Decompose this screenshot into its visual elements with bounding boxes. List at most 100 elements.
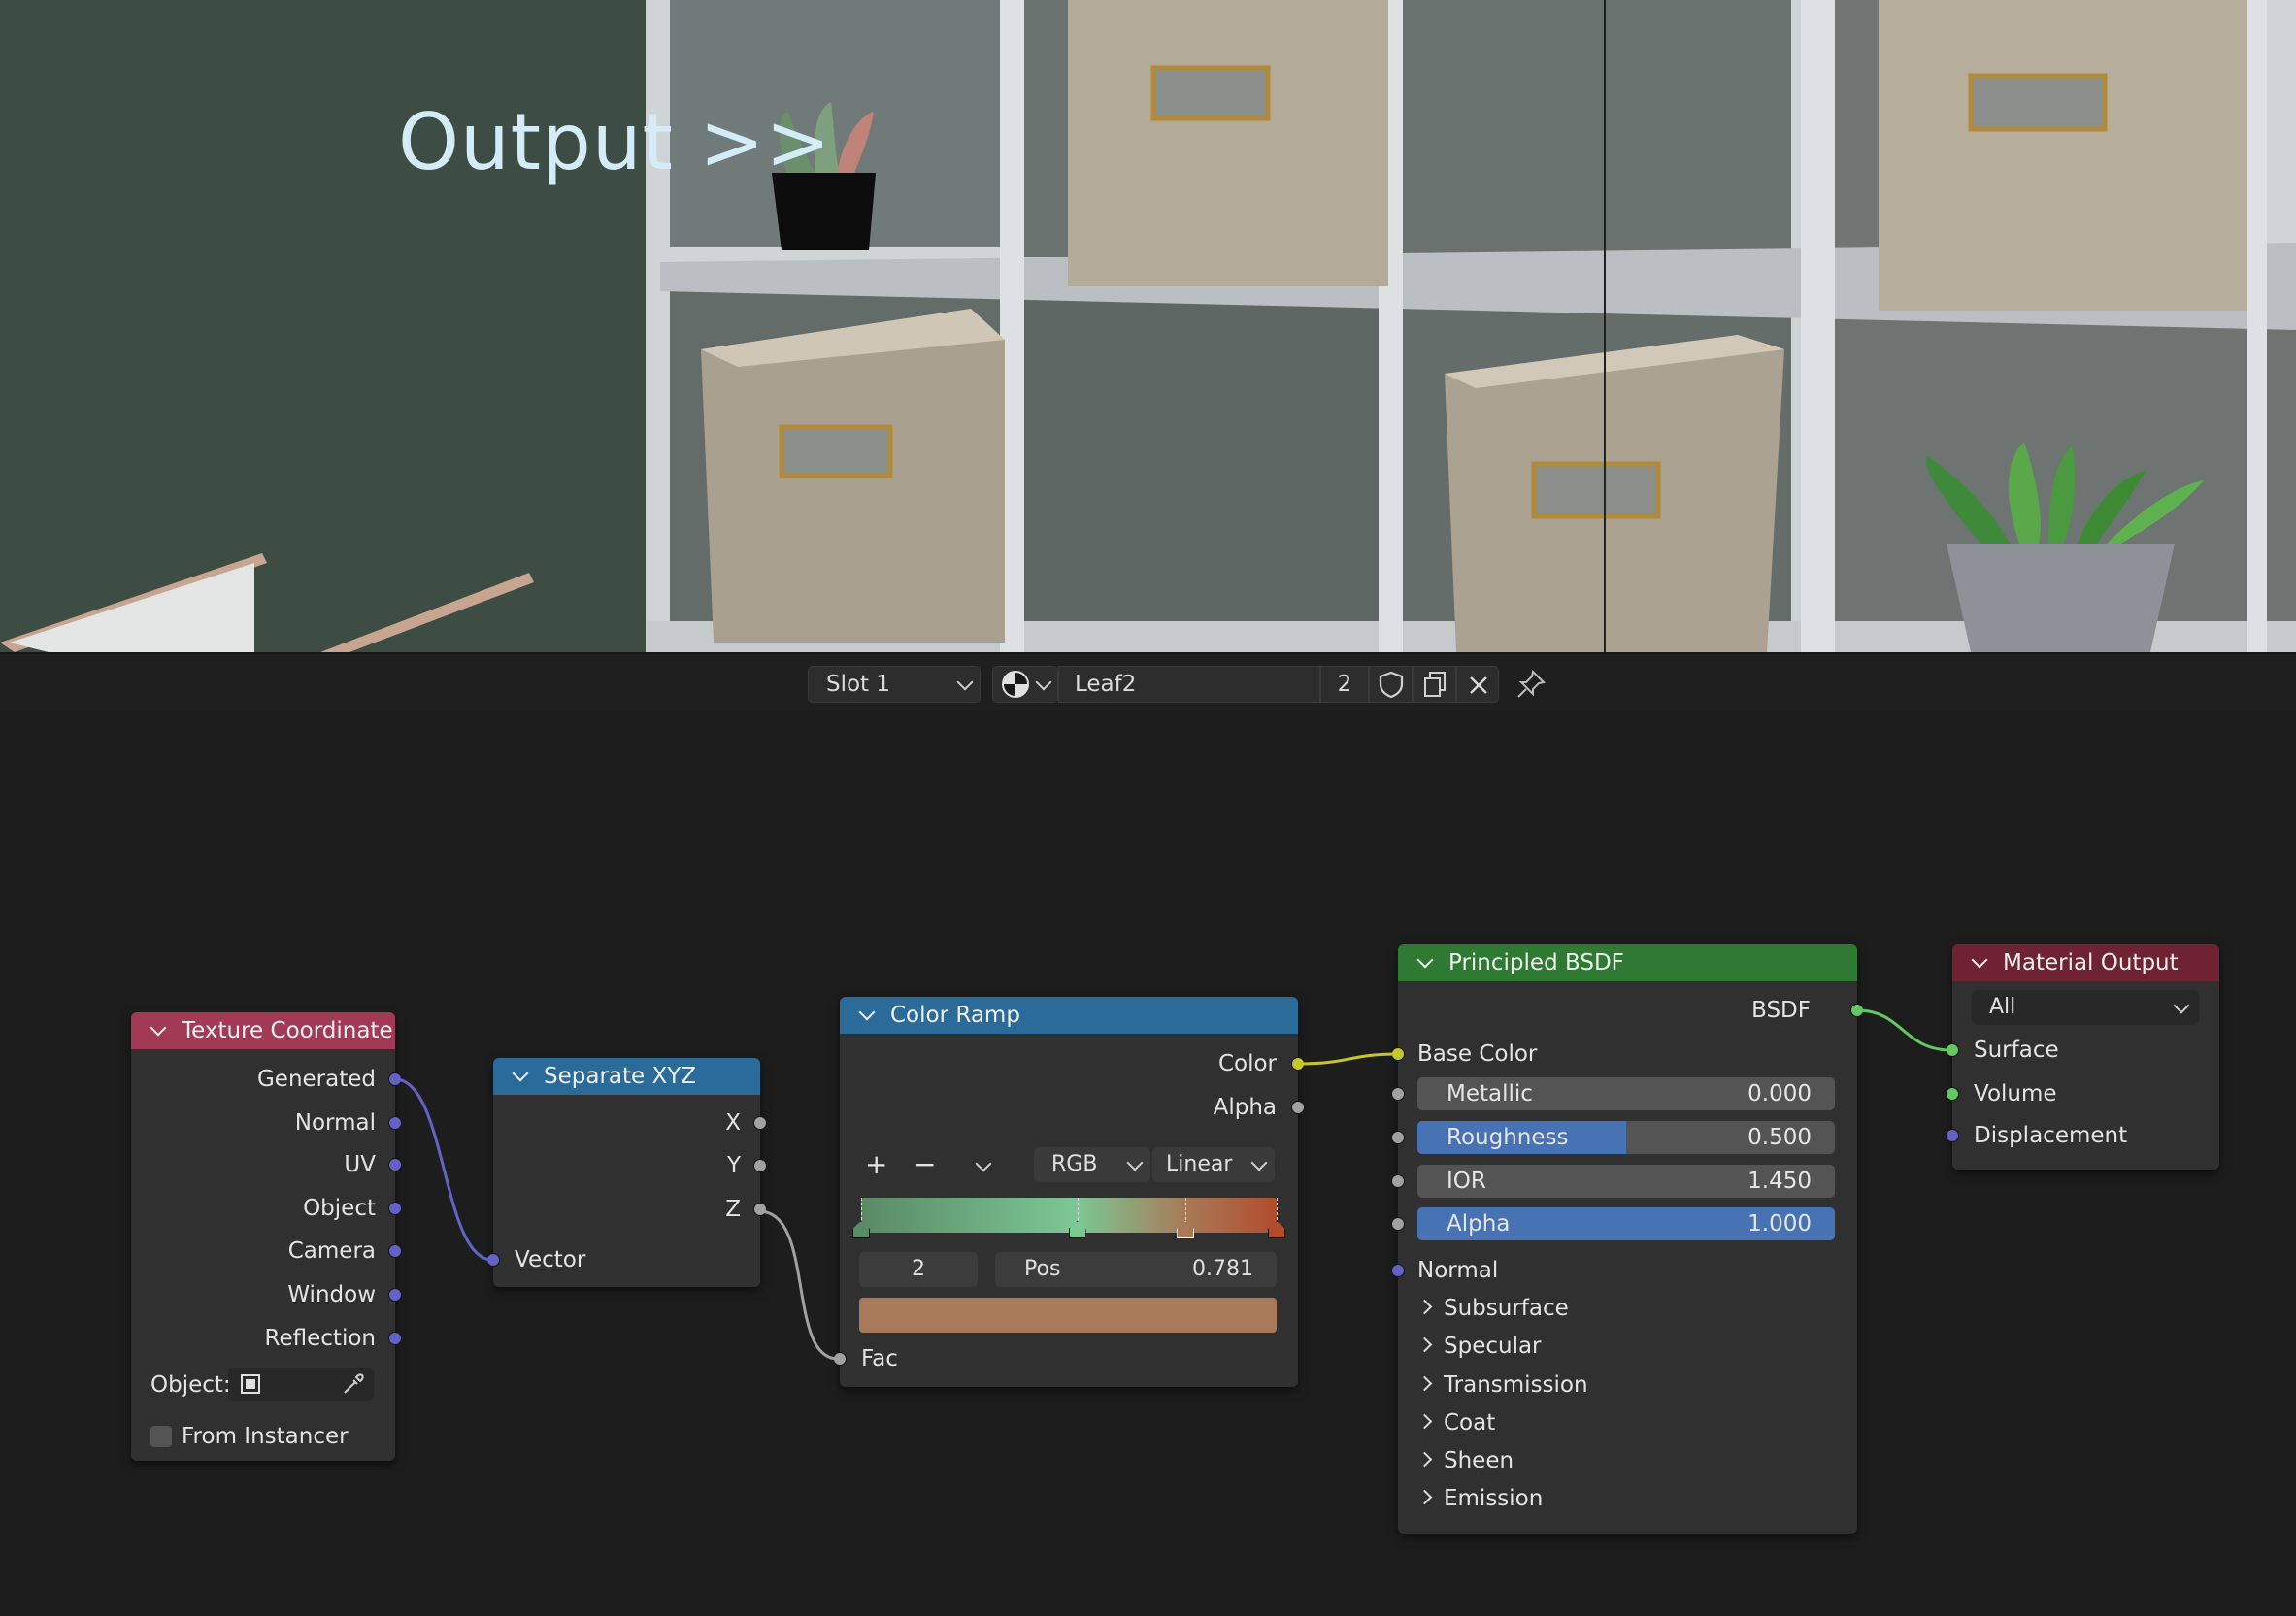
socket-fac[interactable] xyxy=(833,1352,847,1366)
chevron-right-icon xyxy=(1416,1336,1433,1353)
socket-bsdf[interactable] xyxy=(1850,1004,1864,1017)
collapse-chevron-icon[interactable] xyxy=(512,1065,529,1082)
ramp-stop-marker[interactable] xyxy=(1268,1221,1285,1238)
metallic-slider[interactable]: Metallic 0.000 xyxy=(1417,1077,1835,1110)
node-title: Color Ramp xyxy=(890,1003,1020,1028)
socket-object[interactable] xyxy=(388,1202,402,1215)
add-stop-button[interactable]: + xyxy=(865,1150,887,1179)
output-x: X xyxy=(725,1110,741,1136)
node-header[interactable]: Separate XYZ xyxy=(493,1058,760,1095)
node-header[interactable]: Material Output xyxy=(1952,944,2219,981)
output-reflection: Reflection xyxy=(264,1326,376,1351)
ior-field[interactable]: IOR 1.450 xyxy=(1417,1165,1835,1198)
input-fac: Fac xyxy=(861,1346,898,1371)
node-title: Separate XYZ xyxy=(544,1064,697,1089)
ramp-stop-marker[interactable] xyxy=(1068,1221,1086,1238)
color-ramp-node[interactable]: Color Ramp Color Alpha + − RGB Linear 2 … xyxy=(833,997,1305,1387)
collapse-chevron-icon[interactable] xyxy=(1971,951,1988,969)
socket-alpha[interactable] xyxy=(1391,1217,1405,1231)
node-editor-header: Slot 1 Leaf2 2 xyxy=(0,652,2296,712)
unlink-button[interactable] xyxy=(1456,666,1499,703)
socket-normal[interactable] xyxy=(388,1116,402,1130)
fake-user-button[interactable] xyxy=(1369,666,1413,703)
node-header[interactable]: Texture Coordinate xyxy=(131,1012,395,1049)
collapse-chevron-icon[interactable] xyxy=(1416,951,1434,969)
socket-z[interactable] xyxy=(753,1203,767,1216)
node-header[interactable]: Principled BSDF xyxy=(1398,944,1857,981)
render-target-dropdown[interactable]: All xyxy=(1972,990,2199,1025)
panel-transmission[interactable]: Transmission xyxy=(1416,1370,1588,1400)
user-count-button[interactable]: 2 xyxy=(1320,666,1369,703)
socket-uv[interactable] xyxy=(388,1158,402,1171)
panel-specular[interactable]: Specular xyxy=(1416,1332,1542,1361)
separate-xyz-node[interactable]: Separate XYZ X Y Z Vector xyxy=(486,1058,767,1287)
input-volume: Volume xyxy=(1974,1081,2057,1106)
socket-roughness[interactable] xyxy=(1391,1131,1405,1144)
3d-viewport[interactable]: Output >> xyxy=(0,0,2296,652)
stop-position-field[interactable]: Pos 0.781 xyxy=(995,1252,1277,1287)
socket-displacement[interactable] xyxy=(1946,1129,1959,1142)
pin-icon[interactable] xyxy=(1514,668,1547,701)
socket-alpha[interactable] xyxy=(1291,1101,1305,1114)
socket-y[interactable] xyxy=(753,1159,767,1172)
principled-bsdf-node[interactable]: Principled BSDF BSDF Base Color Metallic… xyxy=(1391,944,1864,1534)
socket-reflection[interactable] xyxy=(388,1332,402,1345)
collapse-chevron-icon[interactable] xyxy=(150,1019,167,1037)
input-displacement: Displacement xyxy=(1974,1123,2128,1148)
panel-label: Coat xyxy=(1444,1410,1496,1435)
chevron-down-icon[interactable] xyxy=(975,1155,992,1172)
panel-coat[interactable]: Coat xyxy=(1416,1408,1496,1437)
close-icon xyxy=(1470,676,1487,694)
panel-sheen[interactable]: Sheen xyxy=(1416,1446,1514,1475)
panel-label: Sheen xyxy=(1444,1448,1514,1473)
output-window: Window xyxy=(287,1282,376,1307)
remove-stop-button[interactable]: − xyxy=(914,1150,936,1179)
chevron-right-icon xyxy=(1416,1451,1433,1468)
interpolation-value: Linear xyxy=(1166,1152,1233,1176)
object-picker-field[interactable] xyxy=(228,1368,374,1401)
roughness-slider[interactable]: Roughness 0.500 xyxy=(1417,1121,1835,1154)
socket-base-color[interactable] xyxy=(1391,1047,1405,1061)
socket-generated[interactable] xyxy=(388,1072,402,1086)
output-object: Object xyxy=(303,1196,376,1221)
socket-x[interactable] xyxy=(753,1116,767,1130)
active-stop-color-swatch[interactable] xyxy=(859,1298,1277,1333)
field-label: IOR xyxy=(1447,1169,1486,1194)
node-header[interactable]: Color Ramp xyxy=(840,997,1298,1034)
panel-emission[interactable]: Emission xyxy=(1416,1484,1544,1513)
material-browse-button[interactable] xyxy=(992,666,1058,703)
socket-surface[interactable] xyxy=(1946,1043,1959,1057)
interpolation-dropdown[interactable]: Linear xyxy=(1152,1147,1275,1182)
alpha-slider[interactable]: Alpha 1.000 xyxy=(1417,1207,1835,1240)
active-stop-index-field[interactable]: 2 xyxy=(859,1252,978,1287)
socket-metallic[interactable] xyxy=(1391,1087,1405,1101)
panel-subsurface[interactable]: Subsurface xyxy=(1416,1294,1569,1323)
collapse-chevron-icon[interactable] xyxy=(858,1004,876,1021)
socket-vector[interactable] xyxy=(486,1253,500,1267)
socket-window[interactable] xyxy=(388,1288,402,1302)
texture-coordinate-node[interactable]: Texture Coordinate Generated Normal UV O… xyxy=(131,1012,402,1461)
output-color: Color xyxy=(1217,1051,1277,1076)
ramp-stop-line xyxy=(1277,1198,1278,1225)
from-instancer-checkbox[interactable] xyxy=(150,1426,172,1447)
material-name-field[interactable]: Leaf2 xyxy=(1058,666,1320,703)
ramp-stop-marker[interactable] xyxy=(1177,1221,1195,1238)
material-output-node[interactable]: Material Output All Surface Volume Displ… xyxy=(1946,944,2219,1170)
panel-label: Emission xyxy=(1444,1486,1544,1511)
slider-value: 0.500 xyxy=(1747,1125,1812,1150)
eyedropper-icon[interactable] xyxy=(341,1371,366,1397)
color-ramp-stops[interactable] xyxy=(852,1198,1285,1246)
color-mode-dropdown[interactable]: RGB xyxy=(1034,1147,1150,1182)
socket-normal[interactable] xyxy=(1391,1264,1405,1277)
socket-ior[interactable] xyxy=(1391,1174,1405,1188)
socket-color[interactable] xyxy=(1291,1057,1305,1071)
panel-label: Specular xyxy=(1444,1334,1542,1359)
ramp-stop-marker[interactable] xyxy=(852,1221,870,1238)
slot-dropdown[interactable]: Slot 1 xyxy=(808,666,981,703)
socket-volume[interactable] xyxy=(1946,1087,1959,1101)
socket-camera[interactable] xyxy=(388,1244,402,1258)
chevron-down-icon xyxy=(2173,997,2190,1014)
slider-label: Metallic xyxy=(1447,1081,1533,1106)
chevron-down-icon xyxy=(1126,1154,1144,1171)
duplicate-button[interactable] xyxy=(1413,666,1456,703)
